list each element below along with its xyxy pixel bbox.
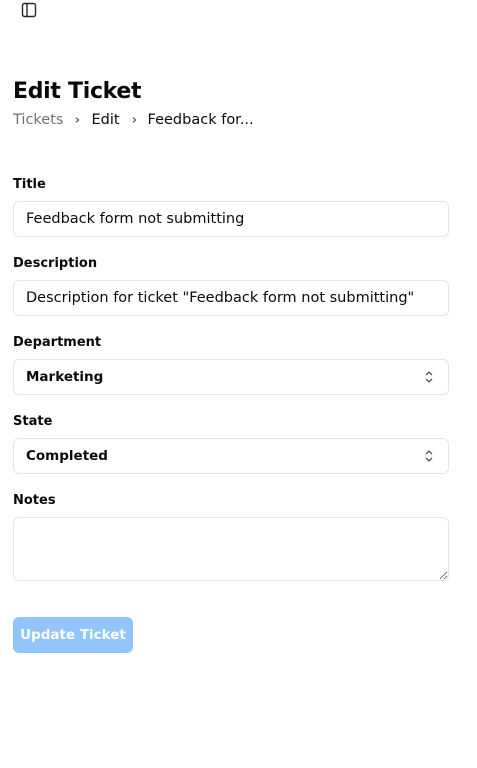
page-header: Edit Ticket Tickets Edit Feedback for... [13,78,254,130]
description-field-group: Description [13,255,449,316]
state-field-group: State Completed [13,413,449,474]
department-field-group: Department Marketing [13,334,449,395]
edit-ticket-form: Title Description Department Marketing S… [13,176,449,653]
title-input[interactable] [13,201,449,237]
update-ticket-button[interactable]: Update Ticket [13,617,133,653]
chevron-right-icon [120,110,148,130]
title-field-group: Title [13,176,449,237]
page-title: Edit Ticket [13,79,142,104]
state-label: State [13,414,53,429]
breadcrumb-tickets[interactable]: Tickets [13,110,63,130]
breadcrumb-current: Feedback for... [147,112,254,128]
chevron-right-icon [63,110,91,130]
breadcrumb-edit[interactable]: Edit [91,110,119,130]
state-select[interactable]: Completed [13,438,449,474]
notes-label: Notes [13,493,56,508]
department-select[interactable]: Marketing [13,359,449,395]
description-label: Description [13,256,98,271]
notes-textarea[interactable] [13,517,449,581]
chevrons-up-down-icon [424,370,434,384]
state-select-value: Completed [26,448,108,464]
department-select-value: Marketing [26,369,104,385]
department-label: Department [13,335,102,350]
chevrons-up-down-icon [424,449,434,463]
description-input[interactable] [13,280,449,316]
panel-left-icon [21,2,37,18]
notes-field-group: Notes [13,492,449,585]
breadcrumb: Tickets Edit Feedback for... [13,110,254,130]
sidebar-toggle-button[interactable] [20,1,38,19]
title-label: Title [13,177,46,192]
